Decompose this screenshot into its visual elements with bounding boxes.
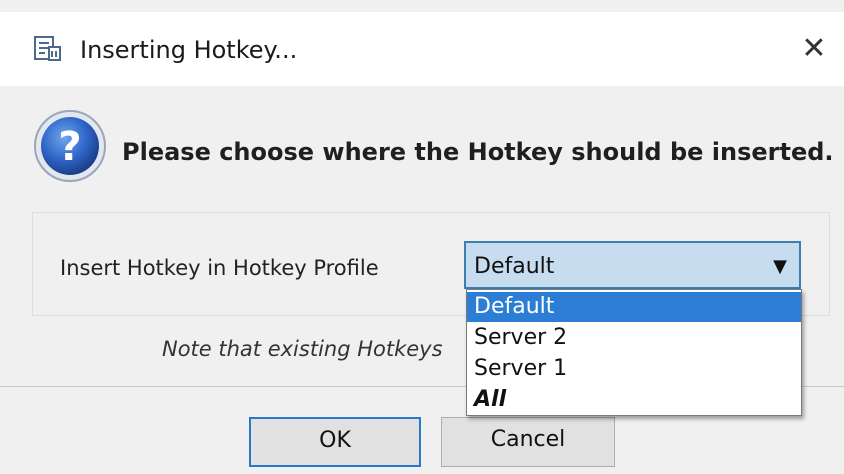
window-title: Inserting Hotkey... <box>80 36 298 64</box>
ok-button[interactable]: OK <box>249 417 421 467</box>
profile-select-label: Insert Hotkey in Hotkey Profile <box>60 256 379 280</box>
question-icon: ? <box>32 108 108 184</box>
hotkey-app-icon <box>33 34 63 64</box>
dropdown-option-server-2[interactable]: Server 2 <box>467 323 801 353</box>
title-bar: Inserting Hotkey... ✕ <box>0 12 844 86</box>
hotkey-profile-select[interactable]: Default ▼ <box>464 241 801 289</box>
close-button[interactable]: ✕ <box>792 26 836 70</box>
prompt-message: Please choose where the Hotkey should be… <box>122 138 834 166</box>
svg-text:?: ? <box>58 124 81 170</box>
select-current-value: Default <box>474 254 555 279</box>
dropdown-option-default[interactable]: Default <box>467 292 801 322</box>
note-text: Note that existing Hotkeys <box>162 337 443 361</box>
close-icon: ✕ <box>801 30 827 66</box>
dropdown-option-server-1[interactable]: Server 1 <box>467 354 801 384</box>
cancel-button[interactable]: Cancel <box>441 417 615 467</box>
profile-dropdown-list: Default Server 2 Server 1 All <box>466 289 802 416</box>
chevron-down-icon: ▼ <box>773 256 787 277</box>
dropdown-option-all[interactable]: All <box>467 385 801 415</box>
inserting-hotkey-dialog: Inserting Hotkey... ✕ ? Please choose wh… <box>0 0 844 474</box>
